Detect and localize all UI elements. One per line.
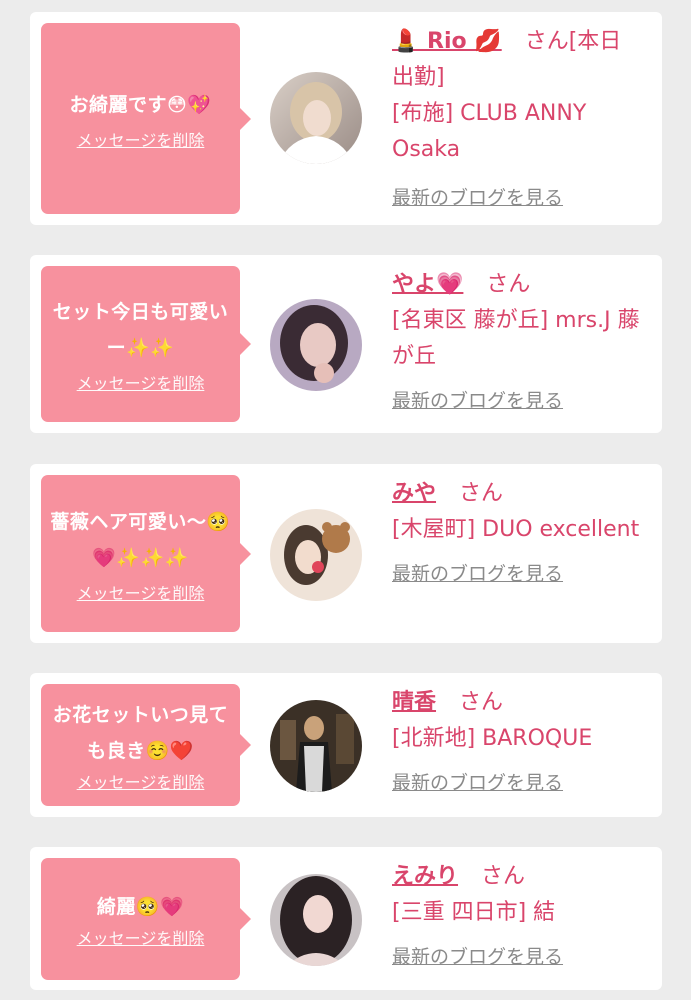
message-text: セット今日も可愛いー✨✨ — [52, 301, 229, 359]
delete-message-link[interactable]: メッセージを削除 — [77, 131, 205, 151]
avatar[interactable] — [270, 509, 362, 601]
avatar-photo — [270, 299, 362, 391]
message-bubble: お花セットいつ見ても良き☺️❤️ メッセージを削除 — [41, 684, 251, 806]
sender-info: 晴香 さん [北新地] BAROQUE 最新のブログを見る — [392, 685, 642, 797]
sender-info: やよ💗 さん [名東区 藤が丘] mrs.J 藤が丘 最新のブログを見る — [392, 267, 642, 415]
message-bubble: 綺麗🥺💗 メッセージを削除 — [41, 858, 251, 980]
message-card: お綺麗です😳💖 メッセージを削除 💄 Rio 💋 さん[本日出勤] [布施] C… — [30, 12, 662, 225]
message-card: 綺麗🥺💗 メッセージを削除 えみり さん [三重 四日市] 結 最新のブログを見… — [30, 847, 662, 990]
latest-blog-link[interactable]: 最新のブログを見る — [392, 184, 642, 212]
sender-suffix: さん — [459, 690, 504, 715]
sender-suffix: さん — [481, 864, 526, 889]
avatar[interactable] — [270, 72, 362, 164]
sender-name-link[interactable]: みや — [392, 481, 436, 506]
message-card: セット今日も可愛いー✨✨ メッセージを削除 やよ💗 さん [名東区 藤が丘] m… — [30, 255, 662, 433]
shop-name: [名東区 藤が丘] mrs.J 藤が丘 — [392, 308, 640, 369]
message-text: 薔薇ヘア可愛い〜🥺💗✨✨✨ — [50, 510, 231, 569]
sender-info: 💄 Rio 💋 さん[本日出勤] [布施] CLUB ANNY Osaka 最新… — [392, 24, 642, 212]
avatar-photo — [270, 874, 362, 966]
avatar[interactable] — [270, 874, 362, 966]
message-text: お綺麗です😳💖 — [69, 93, 212, 116]
shop-name: [三重 四日市] 結 — [392, 900, 556, 925]
latest-blog-link[interactable]: 最新のブログを見る — [392, 769, 642, 797]
avatar[interactable] — [270, 299, 362, 391]
message-list: お綺麗です😳💖 メッセージを削除 💄 Rio 💋 さん[本日出勤] [布施] C… — [0, 0, 691, 1000]
shop-name: [北新地] BAROQUE — [392, 726, 593, 751]
latest-blog-link[interactable]: 最新のブログを見る — [392, 387, 642, 415]
sender-name-link[interactable]: えみり — [392, 864, 458, 889]
message-bubble: セット今日も可愛いー✨✨ メッセージを削除 — [41, 266, 251, 422]
avatar-photo — [270, 72, 362, 164]
sender-name-link[interactable]: 晴香 — [392, 690, 436, 715]
message-text: お花セットいつ見ても良き☺️❤️ — [52, 704, 229, 762]
message-bubble: お綺麗です😳💖 メッセージを削除 — [41, 23, 251, 214]
sender-name-link[interactable]: やよ💗 — [392, 272, 463, 297]
message-bubble: 薔薇ヘア可愛い〜🥺💗✨✨✨ メッセージを削除 — [41, 475, 251, 632]
delete-message-link[interactable]: メッセージを削除 — [77, 374, 205, 394]
latest-blog-link[interactable]: 最新のブログを見る — [392, 943, 642, 971]
latest-blog-link[interactable]: 最新のブログを見る — [392, 560, 642, 588]
sender-suffix: さん — [459, 481, 504, 506]
message-card: お花セットいつ見ても良き☺️❤️ メッセージを削除 晴香 さん [北新地] BA… — [30, 673, 662, 817]
delete-message-link[interactable]: メッセージを削除 — [77, 929, 205, 949]
sender-suffix: さん — [486, 272, 531, 297]
sender-info: みや さん [木屋町] DUO excellent 最新のブログを見る — [392, 476, 642, 588]
message-text: 綺麗🥺💗 — [96, 896, 185, 918]
delete-message-link[interactable]: メッセージを削除 — [77, 773, 205, 793]
avatar-photo — [270, 509, 362, 601]
avatar-photo — [270, 700, 362, 792]
delete-message-link[interactable]: メッセージを削除 — [77, 584, 205, 604]
sender-info: えみり さん [三重 四日市] 結 最新のブログを見る — [392, 859, 642, 971]
sender-name-link[interactable]: 💄 Rio 💋 — [392, 29, 502, 54]
message-card: 薔薇ヘア可愛い〜🥺💗✨✨✨ メッセージを削除 みや さん [木屋町] DUO e… — [30, 464, 662, 643]
shop-name: [木屋町] DUO excellent — [392, 517, 640, 542]
shop-name: [布施] CLUB ANNY Osaka — [392, 101, 587, 162]
avatar[interactable] — [270, 700, 362, 792]
